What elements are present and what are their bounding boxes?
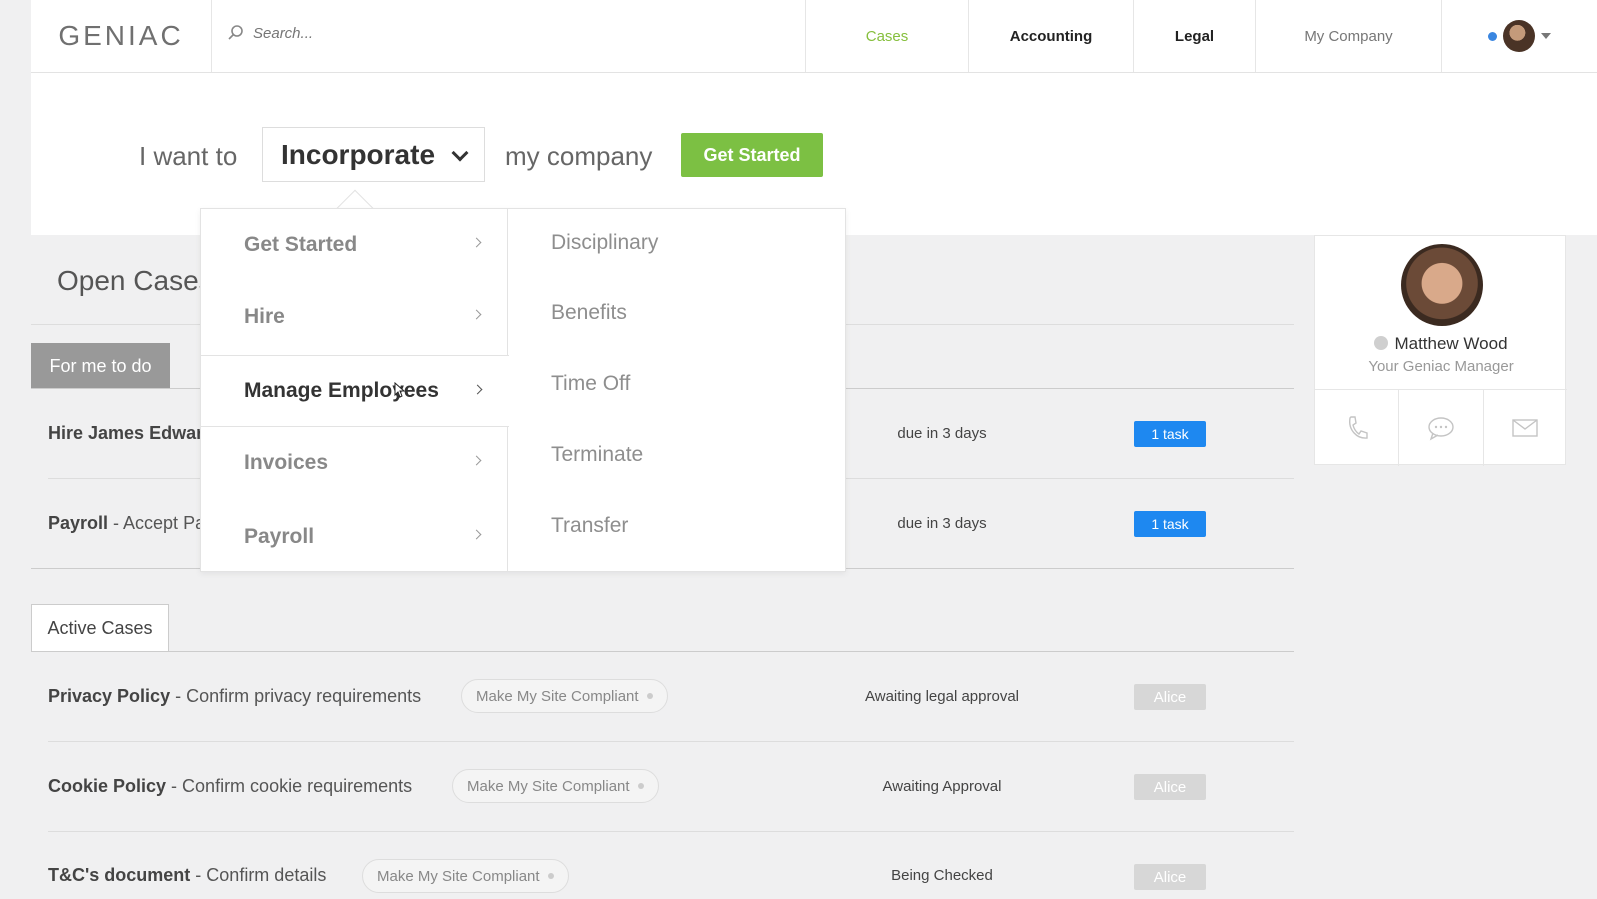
chevron-right-icon — [472, 384, 483, 395]
assignee-badge[interactable]: Alice — [1134, 684, 1206, 710]
email-manager-button[interactable] — [1484, 390, 1567, 466]
search-icon — [228, 25, 243, 40]
chevron-right-icon — [471, 309, 482, 320]
menu-item-manage-employees[interactable]: Manage Employees — [201, 355, 509, 427]
case-status: Awaiting legal approval — [865, 688, 1019, 705]
call-manager-button[interactable] — [1315, 390, 1400, 466]
submenu-item-disciplinary[interactable]: Disciplinary — [551, 231, 658, 255]
divider — [48, 741, 1294, 742]
case-tag[interactable]: Make My Site Compliant — [452, 769, 659, 803]
chevron-down-icon — [451, 144, 469, 162]
manager-contact-actions — [1315, 389, 1567, 466]
action-select-value: Incorporate — [281, 138, 436, 170]
nav-legal[interactable]: Legal — [1133, 0, 1255, 72]
menu-categories: Get Started Hire Manage Employees Invoic… — [201, 209, 509, 573]
action-select[interactable]: Incorporate — [262, 127, 485, 182]
case-status: Being Checked — [891, 867, 993, 884]
tab-active-cases[interactable]: Active Cases — [31, 604, 169, 652]
menu-item-get-started[interactable]: Get Started — [201, 209, 508, 281]
account-manager-card: Matthew Wood Your Geniac Manager — [1314, 235, 1567, 466]
nav-accounting[interactable]: Accounting — [968, 0, 1133, 72]
manager-avatar — [1401, 244, 1483, 326]
geniac-logo[interactable]: GENIAC — [31, 0, 212, 72]
chat-manager-button[interactable] — [1399, 390, 1484, 466]
user-avatar[interactable] — [1503, 20, 1535, 52]
divider — [48, 831, 1294, 832]
case-row-title[interactable]: Hire James Edwar — [48, 423, 203, 444]
online-status-dot — [1488, 31, 1497, 41]
nav-my-company[interactable]: My Company — [1255, 0, 1441, 72]
assignee-badge[interactable]: Alice — [1134, 864, 1206, 890]
case-row-title[interactable]: Privacy Policy - Confirm privacy require… — [48, 686, 421, 707]
submenu-item-time-off[interactable]: Time Off — [551, 372, 630, 396]
mouse-cursor-icon — [394, 382, 406, 398]
submenu-item-benefits[interactable]: Benefits — [551, 301, 627, 325]
top-navigation-bar: GENIAC Cases Accounting Legal My Company — [31, 0, 1597, 73]
get-started-button[interactable]: Get Started — [681, 133, 823, 177]
user-menu[interactable] — [1441, 0, 1597, 72]
nav-cases[interactable]: Cases — [805, 0, 968, 72]
verified-icon — [1374, 336, 1389, 350]
case-tag[interactable]: Make My Site Compliant — [362, 859, 569, 893]
submenu-item-transfer[interactable]: Transfer — [551, 514, 628, 538]
case-status: Awaiting Approval — [882, 778, 1002, 795]
manager-role: Your Geniac Manager — [1368, 358, 1514, 375]
chevron-right-icon — [471, 455, 482, 466]
action-dropdown-menu: Get Started Hire Manage Employees Invoic… — [200, 208, 846, 572]
intent-suffix: my company — [505, 141, 653, 171]
assignee-badge[interactable]: Alice — [1134, 774, 1206, 800]
chevron-right-icon — [471, 529, 482, 540]
open-cases-title: Open Cases — [57, 265, 213, 296]
search-input[interactable] — [253, 24, 453, 42]
chevron-down-icon[interactable] — [1541, 33, 1551, 39]
case-row-title[interactable]: Cookie Policy - Confirm cookie requireme… — [48, 776, 412, 797]
task-count-badge[interactable]: 1 task — [1134, 511, 1206, 537]
submenu-item-terminate[interactable]: Terminate — [551, 443, 643, 467]
chevron-right-icon — [471, 237, 482, 248]
tab-for-me-to-do[interactable]: For me to do — [31, 343, 170, 389]
case-row-title[interactable]: Payroll - Accept Pa — [48, 513, 205, 534]
menu-item-hire[interactable]: Hire — [201, 281, 508, 353]
intent-prefix: I want to — [139, 141, 238, 171]
menu-item-invoices[interactable]: Invoices — [201, 427, 508, 499]
mail-icon — [1512, 419, 1539, 437]
chat-icon — [1428, 417, 1454, 441]
phone-icon — [1348, 416, 1368, 439]
case-row-title[interactable]: T&C's document - Confirm details — [48, 865, 326, 886]
task-count-badge[interactable]: 1 task — [1134, 421, 1206, 447]
case-tag[interactable]: Make My Site Compliant — [461, 679, 668, 713]
manager-name: Matthew Wood — [1315, 334, 1567, 354]
menu-item-payroll[interactable]: Payroll — [201, 501, 508, 573]
divider — [31, 651, 1294, 652]
case-due-date: due in 3 days — [897, 425, 987, 442]
search-box[interactable] — [227, 24, 453, 42]
case-due-date: due in 3 days — [897, 515, 987, 532]
